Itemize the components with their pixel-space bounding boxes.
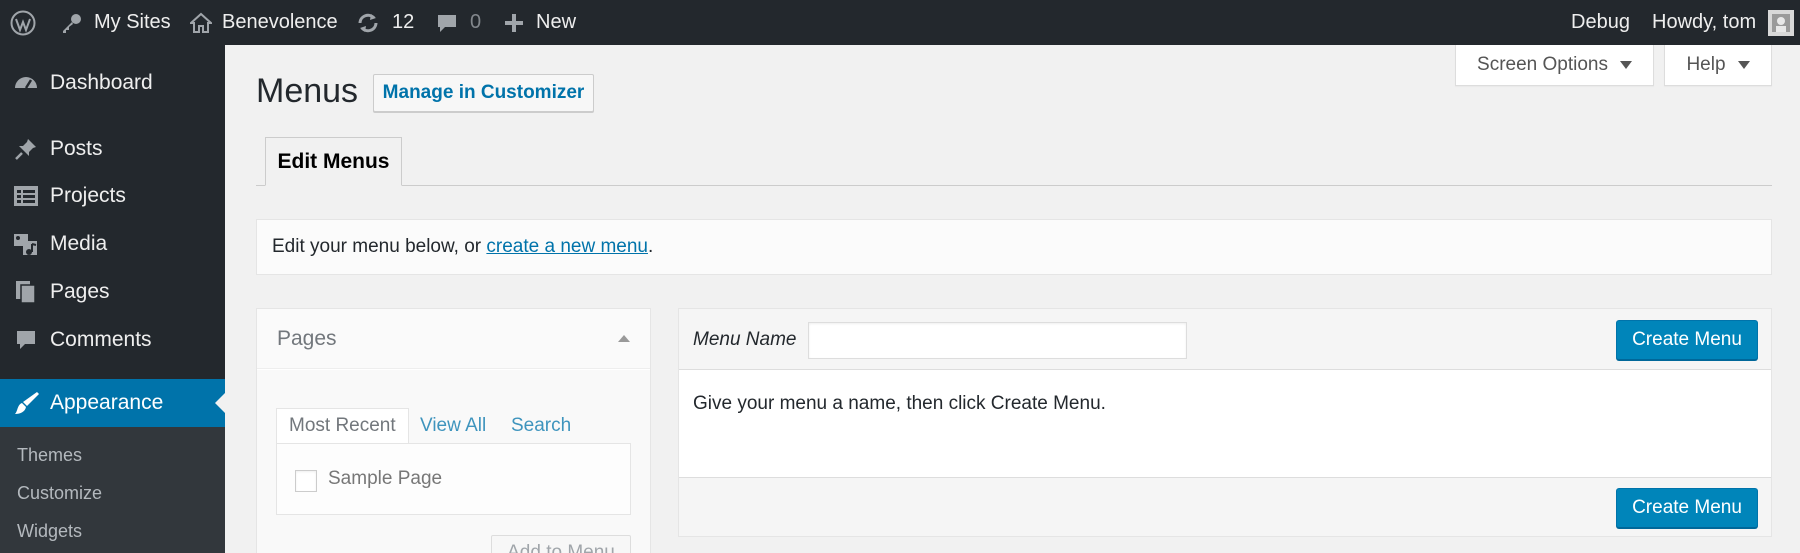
create-menu-button-bottom[interactable]: Create Menu bbox=[1616, 488, 1758, 528]
sample-page-label[interactable]: Sample Page bbox=[328, 468, 442, 490]
new-label: New bbox=[536, 11, 577, 33]
updates-count: 12 bbox=[392, 11, 415, 33]
pages-accordion-body: Most Recent View All Search Sample Page … bbox=[257, 370, 650, 553]
manage-menus-notice: Edit your menu below, or create a new me… bbox=[256, 219, 1772, 275]
my-sites-label: My Sites bbox=[94, 11, 171, 33]
howdy-label: Howdy, tom bbox=[1652, 11, 1757, 33]
create-menu-button-top[interactable]: Create Menu bbox=[1616, 320, 1758, 360]
site-name-label: Benevolence bbox=[222, 11, 338, 33]
sample-page-checkbox[interactable] bbox=[295, 470, 317, 492]
notice-text: Edit your menu below, or bbox=[272, 236, 487, 257]
menu-instructions: Give your menu a name, then click Create… bbox=[693, 393, 1106, 414]
screen-options-button[interactable]: Screen Options bbox=[1455, 45, 1654, 86]
menu-edit-footer: Create Menu bbox=[679, 477, 1771, 536]
menu-name-label: Menu Name bbox=[693, 329, 797, 350]
paintbrush-icon bbox=[12, 389, 40, 417]
pushpin-icon bbox=[12, 135, 40, 163]
page-title: Menus bbox=[256, 72, 359, 110]
most-recent-panel: Sample Page bbox=[276, 443, 631, 515]
portfolio-icon bbox=[12, 182, 40, 210]
menu-edit-panel: Menu Name Create Menu Give your menu a n… bbox=[678, 308, 1772, 537]
avatar bbox=[1768, 9, 1795, 36]
updates-menu[interactable]: 12 bbox=[356, 0, 414, 45]
wordpress-logo-icon[interactable] bbox=[10, 0, 36, 45]
pages-accordion-header[interactable]: Pages bbox=[257, 309, 650, 369]
pages-accordion-title: Pages bbox=[277, 327, 337, 350]
comment-icon bbox=[12, 326, 40, 354]
key-icon bbox=[60, 11, 84, 35]
sidebar-item-posts[interactable]: Posts bbox=[0, 126, 225, 172]
home-icon bbox=[190, 12, 212, 34]
comments-menu[interactable]: 0 bbox=[436, 0, 481, 45]
submenu-item-customize[interactable]: Customize bbox=[17, 483, 102, 504]
submenu-item-widgets[interactable]: Widgets bbox=[17, 521, 82, 542]
sidebar-item-dashboard[interactable]: Dashboard bbox=[0, 60, 225, 106]
tab-search[interactable]: Search bbox=[511, 408, 571, 444]
sidebar-item-comments[interactable]: Comments bbox=[0, 317, 225, 363]
comment-bubble-icon bbox=[436, 12, 458, 34]
comments-count: 0 bbox=[470, 11, 482, 33]
sidebar-item-label: Comments bbox=[50, 328, 152, 351]
screen-options-label: Screen Options bbox=[1477, 54, 1608, 75]
sidebar-item-label: Dashboard bbox=[50, 71, 153, 94]
media-icon bbox=[12, 230, 40, 258]
help-button[interactable]: Help bbox=[1664, 45, 1772, 86]
sidebar-item-label: Appearance bbox=[50, 391, 164, 414]
create-new-menu-link[interactable]: create a new menu bbox=[486, 236, 648, 258]
debug-label: Debug bbox=[1571, 11, 1630, 33]
site-name-menu[interactable]: Benevolence bbox=[190, 0, 338, 45]
plus-icon bbox=[504, 13, 524, 33]
sidebar-item-media[interactable]: Media bbox=[0, 221, 225, 267]
updates-icon bbox=[356, 11, 380, 35]
dashboard-icon bbox=[12, 69, 40, 97]
my-account-menu[interactable]: Howdy, tom bbox=[1652, 0, 1795, 45]
submenu-item-themes[interactable]: Themes bbox=[17, 445, 82, 466]
debug-menu[interactable]: Debug bbox=[1571, 0, 1630, 45]
caret-down-icon bbox=[1737, 61, 1750, 69]
caret-down-icon bbox=[1619, 61, 1632, 69]
help-label: Help bbox=[1686, 54, 1726, 75]
sidebar-item-label: Pages bbox=[50, 280, 110, 303]
tab-divider bbox=[256, 185, 1772, 186]
new-content-menu[interactable]: New bbox=[504, 0, 576, 45]
sidebar-item-label: Media bbox=[50, 232, 108, 255]
menu-edit-header: Menu Name Create Menu bbox=[679, 309, 1771, 370]
my-sites-menu[interactable]: My Sites bbox=[60, 0, 171, 45]
sidebar-item-projects[interactable]: Projects bbox=[0, 173, 225, 219]
pages-icon bbox=[12, 278, 40, 306]
tab-view-all[interactable]: View All bbox=[420, 408, 486, 444]
menu-name-input[interactable] bbox=[808, 322, 1187, 359]
notice-suffix: . bbox=[647, 236, 654, 257]
sidebar-item-pages[interactable]: Pages bbox=[0, 269, 225, 315]
sidebar-item-label: Projects bbox=[50, 184, 126, 207]
current-menu-arrow bbox=[215, 393, 225, 413]
pages-accordion: Pages Most Recent View All Search Sample… bbox=[256, 308, 651, 553]
manage-in-customizer-button[interactable]: Manage in Customizer bbox=[373, 74, 594, 112]
add-to-menu-button[interactable]: Add to Menu bbox=[491, 535, 631, 553]
collapse-arrow-icon[interactable] bbox=[618, 335, 630, 342]
appearance-submenu: Themes Customize Widgets bbox=[0, 427, 225, 553]
tab-most-recent[interactable]: Most Recent bbox=[276, 408, 409, 444]
sidebar-item-label: Posts bbox=[50, 137, 103, 160]
sidebar-item-appearance[interactable]: Appearance bbox=[0, 379, 225, 427]
admin-bar: My Sites Benevolence 12 0 New Debug Howd… bbox=[0, 0, 1800, 45]
tab-edit-menus[interactable]: Edit Menus bbox=[265, 137, 402, 186]
